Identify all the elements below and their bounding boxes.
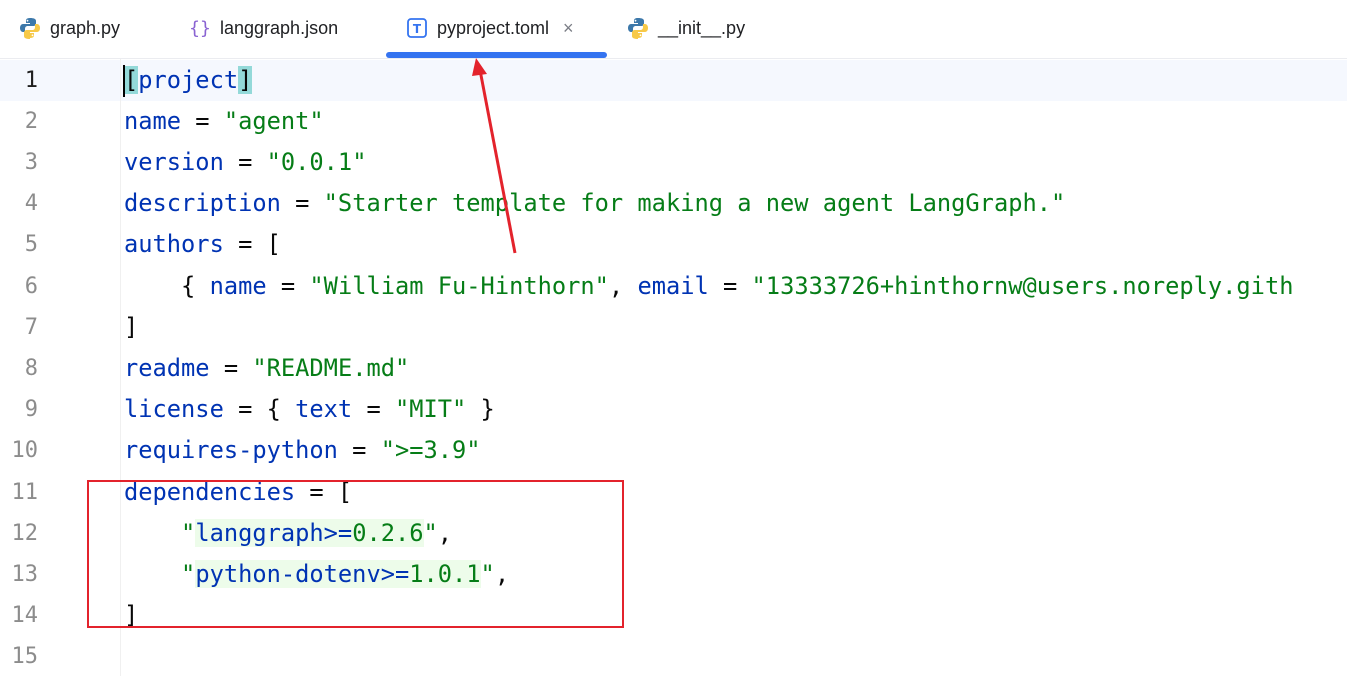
code-token: version	[124, 147, 224, 176]
line-number: 14	[11, 603, 39, 629]
line-number: 15	[11, 644, 39, 670]
toml-file-icon: T	[405, 16, 429, 40]
active-tab-indicator	[386, 52, 607, 58]
code-token: =	[266, 271, 310, 300]
code-token: requires-python	[124, 436, 338, 465]
code-token: ]	[124, 312, 139, 341]
tab-init-py[interactable]: __init__.py	[626, 0, 745, 56]
code-line[interactable]: 8 readme = "README.md"	[0, 348, 1347, 389]
code-token: =	[708, 271, 752, 300]
code-text: readme = "README.md"	[124, 348, 409, 389]
code-token: [	[124, 65, 139, 94]
code-token: "0.0.1"	[266, 147, 367, 176]
tab-label: pyproject.toml	[437, 17, 550, 38]
code-token: = {	[223, 395, 296, 424]
line-number: 4	[24, 191, 38, 217]
line-number: 1	[24, 67, 38, 93]
python-icon	[626, 16, 650, 40]
code-line[interactable]: 3 version = "0.0.1"	[0, 142, 1347, 183]
code-text: name = "agent"	[124, 101, 324, 142]
editor-tab-bar: graph.py {} langgraph.json T pyproject.t…	[0, 0, 1347, 59]
line-number: 13	[11, 561, 39, 587]
text-caret	[123, 65, 125, 97]
code-line[interactable]: 7]	[0, 307, 1347, 348]
code-text: [project]	[124, 60, 253, 101]
code-text: ]	[124, 307, 138, 348]
code-token: ,	[608, 271, 638, 300]
code-token: "William Fu-Hinthorn"	[309, 271, 609, 300]
code-line[interactable]: 6 { name = "William Fu-Hinthorn", email …	[0, 266, 1347, 307]
code-token: text	[295, 395, 353, 424]
code-line[interactable]: 15	[0, 636, 1347, 677]
line-number: 8	[24, 355, 38, 381]
code-line[interactable]: 2 name = "agent"	[0, 101, 1347, 142]
code-line[interactable]: 5 authors = [	[0, 224, 1347, 265]
code-text: version = "0.0.1"	[124, 142, 366, 183]
code-text: description = "Starter template for maki…	[124, 183, 1065, 224]
code-token: =	[337, 436, 381, 465]
json-braces-icon: {}	[188, 16, 212, 40]
code-token: = [	[223, 230, 281, 259]
code-line[interactable]: 9 license = { text = "MIT" }	[0, 389, 1347, 430]
code-text: requires-python = ">=3.9"	[124, 430, 481, 471]
code-text: license = { text = "MIT" }	[124, 389, 495, 430]
code-token: =	[352, 395, 395, 424]
code-text: { name = "William Fu-Hinthorn", email = …	[124, 266, 1293, 307]
code-token: project	[138, 65, 239, 94]
code-token: {	[124, 271, 210, 300]
line-number: 12	[11, 520, 39, 546]
svg-text:{}: {}	[189, 18, 211, 39]
line-number: 7	[24, 314, 38, 340]
line-number: 11	[11, 479, 39, 505]
code-token: =	[223, 147, 267, 176]
tab-label: langgraph.json	[220, 17, 339, 38]
line-number: 5	[24, 232, 38, 258]
code-token: name	[124, 106, 182, 135]
tab-pyproject-toml[interactable]: T pyproject.toml ×	[405, 0, 574, 56]
code-text: authors = [	[124, 224, 281, 265]
code-line[interactable]: 10 requires-python = ">=3.9"	[0, 430, 1347, 471]
line-number: 6	[24, 273, 38, 299]
tab-label: __init__.py	[658, 17, 746, 38]
code-token: "agent"	[223, 106, 324, 135]
code-token: readme	[124, 353, 210, 382]
svg-text:T: T	[413, 22, 422, 36]
code-token: }	[466, 395, 495, 424]
code-token: "13333726+hinthornw@users.noreply.gith	[751, 271, 1294, 300]
close-icon[interactable]: ×	[563, 18, 574, 39]
line-number: 3	[24, 149, 38, 175]
code-token: "README.md"	[252, 353, 410, 382]
code-token: ]	[238, 65, 253, 94]
code-token: =	[209, 353, 253, 382]
code-token: "Starter template for making a new agent…	[323, 189, 1066, 218]
python-icon	[18, 16, 42, 40]
tab-graph-py[interactable]: graph.py	[18, 0, 120, 56]
code-token: "MIT"	[394, 395, 467, 424]
line-number: 2	[24, 108, 38, 134]
code-token: description	[124, 189, 281, 218]
tab-label: graph.py	[50, 17, 121, 38]
tab-langgraph-json[interactable]: {} langgraph.json	[188, 0, 338, 56]
code-token: =	[280, 189, 324, 218]
dependencies-highlight-box	[87, 480, 624, 628]
line-number: 9	[24, 397, 38, 423]
code-line[interactable]: 1 [project]	[0, 59, 1347, 101]
code-token: license	[124, 395, 224, 424]
code-token: name	[209, 271, 267, 300]
code-token: =	[181, 106, 224, 135]
code-token: authors	[124, 230, 224, 259]
line-number: 10	[11, 438, 39, 464]
code-token: ">=3.9"	[380, 436, 481, 465]
code-line[interactable]: 4 description = "Starter template for mak…	[0, 183, 1347, 224]
code-token: email	[637, 271, 709, 300]
